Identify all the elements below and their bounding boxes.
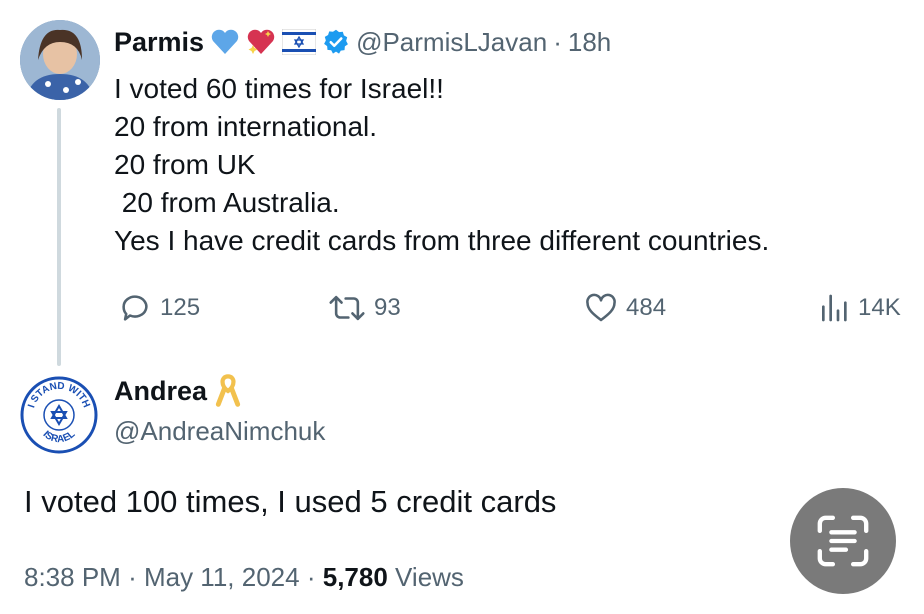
reply-author-handle[interactable]: @AndreaNimchuk (114, 416, 325, 447)
avatar-parmis[interactable] (20, 20, 100, 100)
views-count: 14K (858, 294, 901, 321)
author-handle[interactable]: @ParmisLJavan (356, 27, 547, 58)
sparkling-heart-icon (247, 29, 275, 54)
repost-count: 93 (374, 294, 401, 321)
views-icon (822, 294, 847, 322)
tweet-line: I voted 60 times for Israel!! (114, 73, 444, 104)
tweet-line: Yes I have credit cards from three diffe… (114, 225, 770, 256)
repost-button[interactable]: 93 (328, 286, 401, 330)
separator-dot: · (306, 562, 316, 592)
text-scan-icon (817, 515, 869, 567)
thread-connector-line (57, 108, 61, 366)
avatar-photo (20, 20, 100, 100)
yellow-ribbon-icon (215, 374, 241, 407)
views-button[interactable]: 14K (818, 286, 901, 330)
reply-author-name[interactable]: Andrea (114, 376, 207, 407)
i-stand-with-israel-logo: I STAND WITH ISRAEL (20, 376, 98, 454)
tweet-actions: 125 93 484 14K (114, 286, 914, 330)
heart-icon (586, 293, 616, 322)
verified-badge-icon (324, 29, 348, 54)
repost-icon (329, 295, 365, 321)
tweet-line: 20 from Australia. (114, 187, 340, 218)
reply-date[interactable]: May 11, 2024 (144, 562, 300, 592)
reply-button[interactable]: 125 (118, 286, 200, 330)
israel-flag-icon (282, 29, 317, 55)
text-scan-button[interactable] (790, 488, 896, 594)
like-button[interactable]: 484 (584, 286, 666, 330)
separator-dot: · (553, 26, 562, 57)
tweet-body: I voted 60 times for Israel!! 20 from in… (114, 70, 894, 260)
reply-views-label: Views (395, 562, 464, 592)
tweet-line: 20 from international. (114, 111, 378, 142)
reply-time[interactable]: 8:38 PM (24, 562, 121, 592)
reply-body: I voted 100 times, I used 5 credit cards (24, 484, 557, 519)
reply-views-count: 5,780 (322, 562, 388, 592)
author-name[interactable]: Parmis (114, 27, 204, 58)
reply-meta: 8:38 PM · May 11, 2024 · 5,780 Views (24, 562, 464, 593)
tweet-line: 20 from UK (114, 149, 256, 180)
reply-count: 125 (160, 294, 201, 321)
reply-icon (122, 295, 148, 321)
blue-heart-icon (211, 29, 239, 54)
avatar-andrea[interactable]: I STAND WITH ISRAEL (20, 376, 98, 454)
reply-header: Andrea (114, 374, 241, 408)
tweet-timestamp[interactable]: 18h (568, 27, 611, 58)
tweet-header: Parmis @ParmisLJavan · 18h (114, 22, 611, 62)
separator-dot: · (128, 562, 137, 592)
like-count: 484 (626, 294, 667, 321)
